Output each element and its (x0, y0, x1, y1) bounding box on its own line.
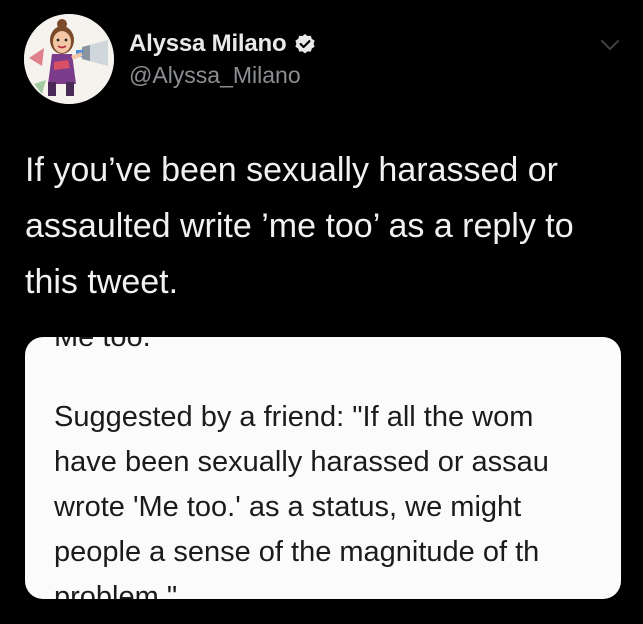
tweet-text-line: assaulted write ’me too’ as a reply to (25, 207, 574, 245)
author-handle[interactable]: @Alyssa_Milano (129, 62, 301, 89)
media-text-line: wrote 'Me too.' as a status, we might (54, 491, 522, 523)
media-text-line: Suggested by a friend: "If all the wom (54, 401, 534, 433)
tweet-text-line: If you’ve been sexually harassed or (25, 151, 558, 189)
media-text-line: have been sexually harassed or assau (54, 446, 549, 478)
chevron-down-icon[interactable] (599, 38, 621, 52)
verified-badge-icon (295, 34, 316, 54)
tweet-text: If you’ve been sexually harassed or assa… (25, 142, 625, 310)
author-display-name[interactable]: Alyssa Milano (129, 30, 287, 58)
media-text-line: people a sense of the magnitude of th (54, 536, 540, 568)
author-name-row[interactable]: Alyssa Milano (129, 29, 316, 59)
media-spacer (54, 360, 549, 395)
media-text-line: problem." (54, 581, 178, 599)
media-top-line: Me too. (54, 337, 151, 353)
media-screenshot[interactable]: Me too. Suggested by a friend: "If all t… (25, 337, 621, 599)
media-text: Me too. Suggested by a friend: "If all t… (54, 337, 549, 599)
avatar[interactable] (24, 14, 114, 104)
tweet-text-line: this tweet. (25, 263, 179, 301)
caricature-avatar-icon (24, 14, 114, 104)
